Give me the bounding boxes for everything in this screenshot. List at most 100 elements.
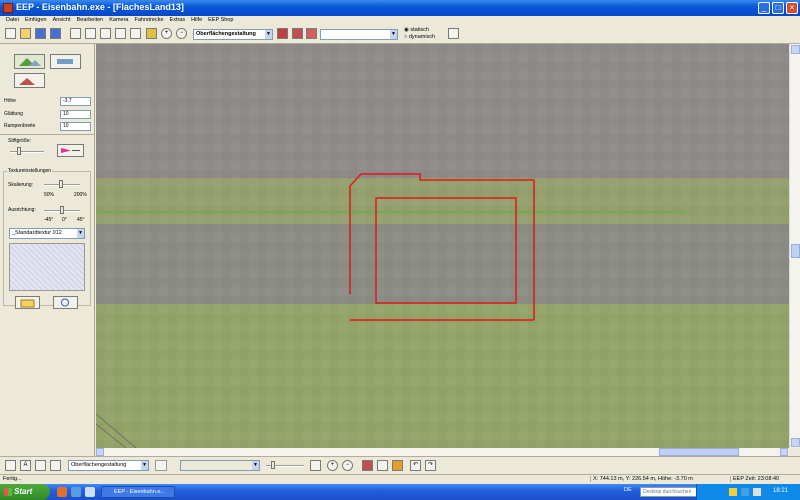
- mode-select[interactable]: Oberflächengestaltung ▼: [193, 29, 273, 40]
- bottom-mode-value: Oberflächengestaltung: [71, 462, 127, 468]
- menu-kamera[interactable]: Kamera: [106, 16, 131, 25]
- terrain-mode-button[interactable]: [14, 54, 45, 69]
- 3d-viewport[interactable]: [96, 44, 789, 448]
- texture-select[interactable]: _Standardtextur 012 ▼: [9, 228, 85, 239]
- ramp-width-label: Rampenbreite: [4, 123, 36, 129]
- tray-app-icon[interactable]: [729, 488, 737, 496]
- train-icon[interactable]: [277, 28, 288, 39]
- status-bar: Fertig... X: 744.13 m, Y: 226.54 m, Höhe…: [0, 474, 800, 484]
- ramp-width-input[interactable]: 10: [60, 122, 91, 131]
- taskbar: Start EEP - Eisenbahn.e... DE Desktop du…: [0, 484, 800, 500]
- menu-eep-shop[interactable]: EEP Shop: [205, 16, 236, 25]
- align-min-label: -45°: [44, 217, 54, 223]
- taskbar-eep-item[interactable]: EEP - Eisenbahn.e...: [101, 486, 175, 498]
- quicklaunch-explorer-icon[interactable]: [71, 487, 81, 497]
- quicklaunch-desktop-icon[interactable]: [85, 487, 95, 497]
- hook-icon[interactable]: [50, 460, 61, 471]
- signal-icon[interactable]: [292, 28, 303, 39]
- pencil-icon[interactable]: [35, 460, 46, 471]
- wagon-icon[interactable]: [306, 28, 317, 39]
- zoom-out-icon[interactable]: −: [342, 460, 353, 471]
- paste-icon[interactable]: [100, 28, 111, 39]
- height-row: Höhe -3.7: [4, 97, 91, 106]
- taskbar-eep-label: EEP - Eisenbahn.e...: [114, 489, 165, 495]
- chevron-down-icon: ▼: [390, 30, 397, 39]
- chevron-down-icon: ▼: [265, 30, 272, 39]
- grid-icon[interactable]: [5, 460, 16, 471]
- menu-bar: Datei Einfügen Ansicht Bearbeiten Kamera Fahr…: [0, 16, 800, 25]
- bottom-slider-thumb[interactable]: [271, 461, 275, 469]
- new-file-icon[interactable]: [5, 28, 16, 39]
- save-icon[interactable]: [35, 28, 46, 39]
- radio-static-label: statisch: [410, 27, 429, 33]
- brush-shape-button[interactable]: [57, 144, 84, 157]
- menu-einfuegen[interactable]: Einfügen: [22, 16, 50, 25]
- scroll-left-button[interactable]: [96, 448, 104, 456]
- height-input[interactable]: -3.7: [60, 97, 91, 106]
- menu-hilfe[interactable]: Hilfe: [188, 16, 205, 25]
- edit-icon[interactable]: [377, 460, 388, 471]
- bottom-option-button[interactable]: [155, 460, 167, 471]
- brush-size-label: Stiftgröße:: [8, 138, 32, 144]
- menu-ansicht[interactable]: Ansicht: [50, 16, 74, 25]
- scroll-up-button[interactable]: [791, 45, 800, 54]
- map-icon[interactable]: [146, 28, 157, 39]
- texture-reset-button[interactable]: [53, 296, 78, 309]
- menu-bearbeiten[interactable]: Bearbeiten: [74, 16, 107, 25]
- hscroll-thumb[interactable]: [659, 448, 739, 456]
- tools-icon[interactable]: [448, 28, 459, 39]
- chevron-down-icon: ▼: [252, 461, 259, 470]
- scroll-right-button[interactable]: [780, 448, 788, 456]
- maximize-button[interactable]: □: [772, 2, 784, 14]
- align-mid-label: 0°: [62, 217, 67, 223]
- quicklaunch-browser-icon[interactable]: [57, 487, 67, 497]
- duplicate-icon[interactable]: [115, 28, 126, 39]
- vertical-scrollbar[interactable]: [789, 44, 800, 448]
- left-panel: Höhe -3.7 Glättung 10 Rampenbreite 10 Stift…: [0, 44, 95, 456]
- scaling-thumb[interactable]: [59, 180, 63, 188]
- paint-mode-button[interactable]: [14, 73, 45, 88]
- smoothing-input[interactable]: 10: [60, 110, 91, 119]
- bottom-mode-select[interactable]: Oberflächengestaltung ▼: [68, 460, 149, 471]
- camera-icon[interactable]: [310, 460, 321, 471]
- copy-icon[interactable]: [85, 28, 96, 39]
- terrain-view[interactable]: [96, 44, 789, 448]
- text-icon[interactable]: A: [20, 460, 31, 471]
- arrange-icon[interactable]: [130, 28, 141, 39]
- menu-fahrstrecke[interactable]: Fahrstrecke: [131, 16, 166, 25]
- texture-mode-button[interactable]: [50, 54, 81, 69]
- open-texture-button[interactable]: [15, 296, 40, 309]
- alignment-thumb[interactable]: [60, 206, 64, 214]
- volume-icon[interactable]: [753, 488, 761, 496]
- horizontal-scrollbar[interactable]: [96, 448, 789, 456]
- zoom-in-icon[interactable]: +: [327, 460, 338, 471]
- height-label: Höhe: [4, 98, 16, 104]
- open-folder-icon[interactable]: [20, 28, 31, 39]
- network-icon[interactable]: [741, 488, 749, 496]
- brush-size-slider[interactable]: [10, 151, 44, 153]
- radio-static[interactable]: ◉ statisch: [404, 27, 429, 33]
- object-select[interactable]: ▼: [320, 29, 398, 40]
- bottom-toolbar: A Oberflächengestaltung ▼ ▼ + − ↶ ↷: [0, 456, 800, 474]
- zoom-in-icon[interactable]: +: [161, 28, 172, 39]
- save-as-icon[interactable]: [50, 28, 61, 39]
- vscroll-thumb[interactable]: [791, 244, 800, 258]
- zoom-out-icon[interactable]: −: [176, 28, 187, 39]
- minimize-button[interactable]: _: [758, 2, 770, 14]
- menu-extras[interactable]: Extras: [167, 16, 189, 25]
- redo-icon[interactable]: ↷: [425, 460, 436, 471]
- close-button[interactable]: ×: [786, 2, 798, 14]
- disabled-select: ▼: [180, 460, 260, 471]
- cut-icon[interactable]: [70, 28, 81, 39]
- language-indicator[interactable]: DE: [624, 487, 632, 493]
- divider: [0, 134, 95, 135]
- brush-size-thumb[interactable]: [17, 147, 21, 155]
- undo-icon[interactable]: ↶: [410, 460, 421, 471]
- radio-dynamic[interactable]: ○ dynamisch: [404, 34, 435, 40]
- start-button[interactable]: Start: [0, 484, 50, 500]
- scroll-down-button[interactable]: [791, 438, 800, 447]
- menu-datei[interactable]: Datei: [3, 16, 22, 25]
- terrain-texture: [96, 44, 789, 448]
- locomotive-icon[interactable]: [362, 460, 373, 471]
- cube-icon[interactable]: [392, 460, 403, 471]
